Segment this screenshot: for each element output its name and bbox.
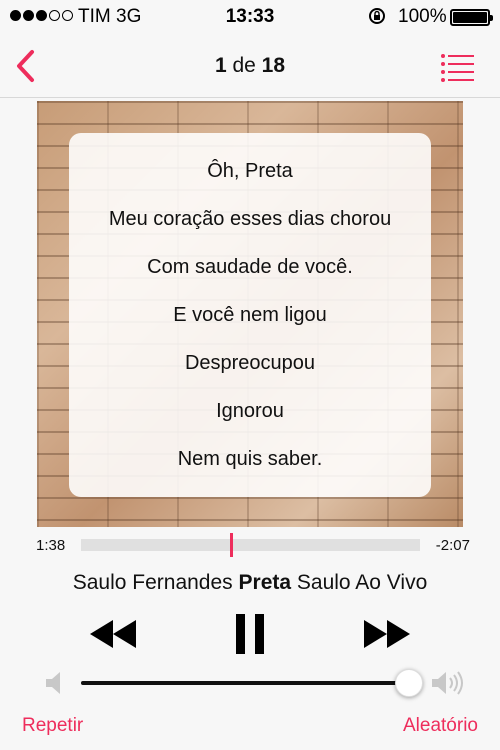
track-list-button[interactable] (440, 52, 476, 82)
rewind-button[interactable] (88, 617, 138, 651)
volume-slider[interactable] (81, 669, 424, 697)
lyric-line: Ignorou (216, 400, 284, 422)
fast-forward-button[interactable] (362, 617, 412, 651)
fast-forward-icon (364, 620, 410, 648)
track-counter: 1 de 18 (0, 54, 500, 78)
list-icon (441, 54, 474, 82)
song-title: Preta (238, 571, 292, 594)
artist-name: Saulo Fernandes (72, 571, 233, 594)
pause-icon (236, 614, 264, 654)
lyric-line: Meu coração esses dias chorou (108, 208, 392, 230)
shuffle-button[interactable]: Aleatório (403, 715, 478, 737)
remaining-time: -2:07 (435, 537, 470, 554)
pause-button[interactable] (232, 612, 268, 656)
lyric-line: Despreocupou (184, 352, 316, 374)
volume-knob[interactable] (395, 669, 424, 697)
status-bar: TIM 3G 13:33 100% (0, 0, 500, 34)
album-artwork[interactable]: Ôh, Preta Meu coração esses dias chorou … (37, 101, 463, 527)
lyric-line: Com saudade de você. (147, 256, 353, 278)
playback-scrubber[interactable] (81, 533, 420, 557)
album-name: Saulo Ao Vivo (296, 571, 428, 594)
lyric-line: Ôh, Preta (207, 160, 293, 182)
battery-icon (450, 9, 493, 26)
rotation-lock-icon (368, 7, 386, 30)
nav-bar: 1 de 18 (0, 34, 500, 98)
track-total: 18 (261, 54, 286, 77)
track-index: 1 (214, 54, 227, 77)
playhead-marker[interactable] (230, 533, 234, 557)
battery-percent: 100% (398, 6, 447, 27)
lyric-line: E você nem ligou (173, 304, 327, 326)
repeat-button[interactable]: Repetir (22, 715, 83, 737)
volume-fill (81, 681, 410, 685)
elapsed-time: 1:38 (36, 537, 66, 554)
volume-low-icon (44, 670, 66, 696)
track-separator: de (226, 54, 262, 77)
lyric-line: Nem quis saber. (177, 448, 323, 470)
volume-high-icon (430, 668, 466, 698)
lyrics-panel: Ôh, Preta Meu coração esses dias chorou … (69, 133, 431, 497)
song-info: Saulo Fernandes Preta Saulo Ao Vivo (0, 571, 500, 595)
rewind-icon (90, 620, 136, 648)
